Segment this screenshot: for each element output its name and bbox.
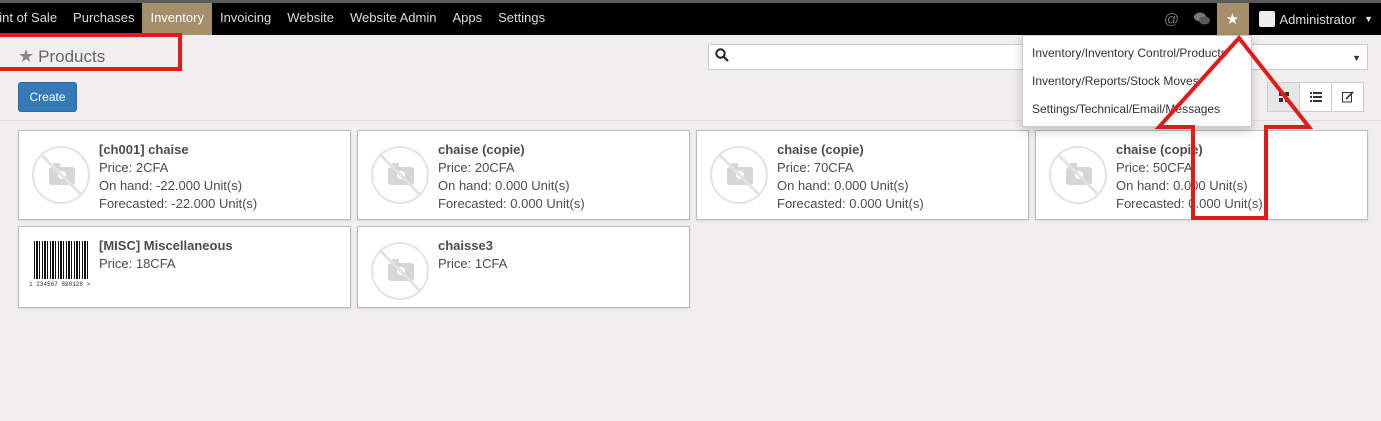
- product-info: chaisse3 Price: 1CFA: [438, 237, 507, 273]
- edit-icon: [1341, 91, 1354, 103]
- product-card[interactable]: [ch001] chaise Price: 2CFA On hand: -22.…: [18, 130, 351, 220]
- product-price: Price: 2CFA: [99, 160, 169, 175]
- annotation-highlight-box: [0, 33, 182, 71]
- menu-inventory[interactable]: Inventory: [142, 3, 212, 35]
- product-name: [MISC] Miscellaneous: [99, 238, 233, 253]
- barcode-bars: [34, 241, 90, 279]
- favorite-item-email-messages[interactable]: Settings/Technical/Email/Messages: [1023, 95, 1251, 123]
- product-info: chaise (copie) Price: 50CFA On hand: 0.0…: [1116, 141, 1263, 213]
- product-info: chaise (copie) Price: 20CFA On hand: 0.0…: [438, 141, 585, 213]
- search-dropdown-icon[interactable]: ▼: [1352, 53, 1361, 63]
- favorite-item-products[interactable]: Inventory/Inventory Control/Products: [1023, 39, 1251, 67]
- list-icon: [1309, 92, 1322, 102]
- kanban-view-button[interactable]: [1267, 82, 1300, 112]
- menu-website[interactable]: Website: [279, 3, 342, 35]
- product-price: Price: 1CFA: [438, 256, 508, 271]
- top-navbar: oint of Sale Purchases Inventory Invoici…: [0, 0, 1381, 35]
- product-card[interactable]: chaise (copie) Price: 70CFA On hand: 0.0…: [696, 130, 1029, 220]
- product-card[interactable]: chaise (copie) Price: 50CFA On hand: 0.0…: [1035, 130, 1368, 220]
- menu-point-of-sale[interactable]: oint of Sale: [0, 3, 65, 35]
- barcode-image: 1 234567 890128 >: [29, 241, 95, 291]
- product-on-hand: On hand: -22.000 Unit(s): [99, 178, 243, 193]
- view-switcher: [1267, 82, 1364, 112]
- barcode-number: 1 234567 890128 >: [29, 281, 91, 288]
- product-name: chaise (copie): [1116, 142, 1203, 157]
- kanban-icon: [1278, 92, 1289, 102]
- menu-invoicing[interactable]: Invoicing: [212, 3, 279, 35]
- menu-settings[interactable]: Settings: [490, 3, 553, 35]
- product-forecasted: Forecasted: -22.000 Unit(s): [99, 196, 258, 211]
- product-name: [ch001] chaise: [99, 142, 189, 157]
- favorite-item-stock-moves[interactable]: Inventory/Reports/Stock Moves: [1023, 67, 1251, 95]
- no-image-icon: [1048, 145, 1110, 207]
- product-name: chaise (copie): [777, 142, 864, 157]
- product-price: Price: 70CFA: [777, 160, 854, 175]
- product-info: [ch001] chaise Price: 2CFA On hand: -22.…: [99, 141, 257, 213]
- create-button[interactable]: Create: [18, 82, 77, 112]
- product-forecasted: Forecasted: 0.000 Unit(s): [777, 196, 924, 211]
- list-view-button[interactable]: [1299, 82, 1332, 112]
- product-price: Price: 20CFA: [438, 160, 515, 175]
- product-info: chaise (copie) Price: 70CFA On hand: 0.0…: [777, 141, 924, 213]
- product-forecasted: Forecasted: 0.000 Unit(s): [1116, 196, 1263, 211]
- product-name: chaisse3: [438, 238, 493, 253]
- no-image-icon: [709, 145, 771, 207]
- at-icon[interactable]: @: [1157, 3, 1187, 35]
- product-price: Price: 18CFA: [99, 256, 176, 271]
- menu-website-admin[interactable]: Website Admin: [342, 3, 444, 35]
- favorites-dropdown: Inventory/Inventory Control/Products Inv…: [1022, 35, 1252, 127]
- form-view-button[interactable]: [1331, 82, 1364, 112]
- favorites-star-icon[interactable]: ★: [1216, 3, 1249, 35]
- product-card[interactable]: chaisse3 Price: 1CFA: [357, 226, 690, 308]
- product-on-hand: On hand: 0.000 Unit(s): [1116, 178, 1248, 193]
- product-price: Price: 50CFA: [1116, 160, 1193, 175]
- chevron-down-icon[interactable]: ▼: [1364, 14, 1381, 24]
- chat-bubbles-svg: [1193, 12, 1210, 25]
- menu-apps[interactable]: Apps: [444, 3, 490, 35]
- product-forecasted: Forecasted: 0.000 Unit(s): [438, 196, 585, 211]
- magnifier-svg: [715, 48, 729, 62]
- no-image-icon: [370, 145, 432, 207]
- search-icon: [715, 48, 729, 65]
- main-menu: oint of Sale Purchases Inventory Invoici…: [0, 3, 553, 35]
- product-on-hand: On hand: 0.000 Unit(s): [438, 178, 570, 193]
- product-on-hand: On hand: 0.000 Unit(s): [777, 178, 909, 193]
- user-menu[interactable]: Administrator: [1280, 12, 1365, 27]
- product-card[interactable]: 1 234567 890128 > [MISC] Miscellaneous P…: [18, 226, 351, 308]
- navbar-right: @ ★ Administrator ▼: [1157, 3, 1381, 35]
- avatar[interactable]: [1258, 11, 1275, 27]
- no-image-icon: [370, 241, 432, 303]
- product-name: chaise (copie): [438, 142, 525, 157]
- chat-icon[interactable]: [1187, 3, 1217, 35]
- product-card[interactable]: chaise (copie) Price: 20CFA On hand: 0.0…: [357, 130, 690, 220]
- no-image-icon: [31, 145, 93, 207]
- product-info: [MISC] Miscellaneous Price: 18CFA: [99, 237, 233, 273]
- menu-purchases[interactable]: Purchases: [65, 3, 142, 35]
